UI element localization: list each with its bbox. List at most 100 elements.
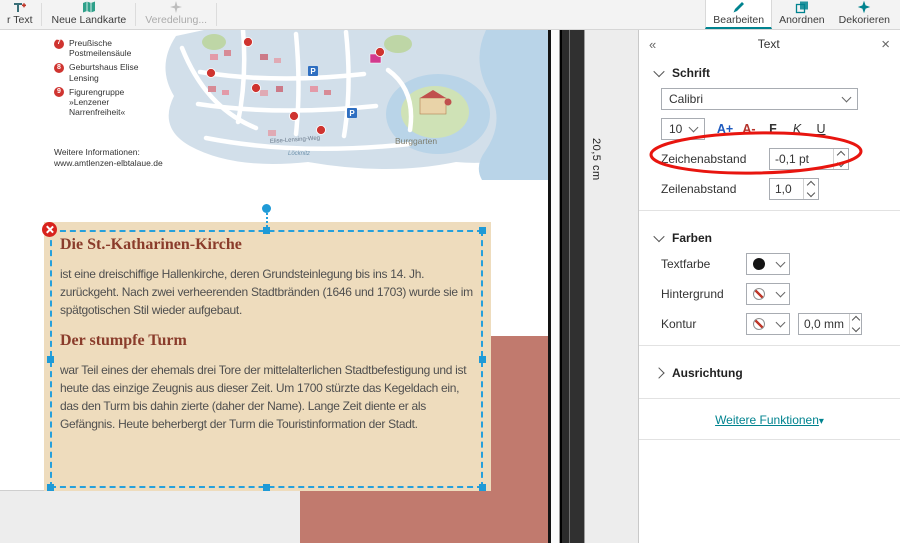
chevron-down-icon [776, 258, 786, 268]
spinner-down-icon[interactable] [851, 324, 859, 332]
toolbar-separator [135, 3, 136, 26]
spinner-arrows[interactable] [833, 149, 848, 169]
bold-button[interactable]: F [761, 119, 785, 140]
zeichenabstand-label: Zeichenabstand [661, 152, 769, 166]
selection-frame[interactable] [50, 230, 483, 488]
rotation-handle-line [266, 213, 268, 227]
add-text-icon [13, 1, 26, 14]
rotation-handle[interactable] [262, 204, 271, 213]
parking-icon: P [310, 67, 316, 76]
map-image[interactable]: P P Burggarten Elise-Lensing-Weg Löcknit… [148, 30, 550, 182]
divider [639, 210, 900, 211]
resize-handle-bottom-right[interactable] [479, 484, 486, 491]
map-label-burggarten: Burggarten [395, 136, 437, 146]
hintergrund-label: Hintergrund [661, 287, 746, 301]
kontur-width-spinner[interactable]: 0,0 mm [798, 313, 862, 335]
legend-text: Geburtshaus Elise Lensing [69, 62, 162, 82]
zeichenabstand-spinner[interactable]: -0,1 pt [769, 148, 849, 170]
toolbar-item-veredelung[interactable]: Veredelung... [138, 0, 214, 29]
resize-handle-middle-left[interactable] [47, 356, 54, 363]
legend-marker: 9 [54, 87, 64, 97]
zeichenabstand-value: -0,1 pt [770, 149, 833, 169]
section-farben-header[interactable]: Farben [639, 221, 900, 253]
page-height-label: 20,5 cm [590, 138, 602, 181]
resize-handle-bottom-left[interactable] [47, 484, 54, 491]
section-schrift-header[interactable]: Schrift [639, 56, 900, 88]
font-family-select[interactable]: Calibri [661, 88, 858, 110]
kontur-color-select[interactable] [746, 313, 790, 335]
legend-info-label: Weitere Informationen: [54, 147, 163, 158]
weitere-funktionen-link[interactable]: Weitere Funktionen [715, 413, 819, 427]
chevron-down-icon [653, 66, 664, 77]
arrange-layers-icon [795, 0, 809, 14]
parking-icon: P [349, 109, 355, 118]
toolbar: r Text Neue Landkarte Veredelung... [0, 0, 900, 30]
legend-marker: 8 [54, 63, 64, 73]
close-icon[interactable]: × [881, 36, 890, 53]
no-color-icon [753, 288, 765, 300]
text-properties-panel: « Text × Schrift Calibri 10 A+ A- F K U [638, 30, 900, 543]
zeilenabstand-value: 1,0 [770, 179, 803, 199]
toolbar-item-label: Dekorieren [839, 14, 890, 26]
font-family-value: Calibri [669, 92, 703, 106]
divider [639, 345, 900, 346]
toolbar-item-label: Veredelung... [145, 14, 207, 26]
italic-button[interactable]: K [785, 119, 809, 140]
black-color-swatch-icon [753, 258, 765, 270]
toolbar-item-dekorieren[interactable]: Dekorieren [832, 0, 897, 29]
font-increase-button[interactable]: A+ [713, 119, 737, 140]
font-size-value: 10 [669, 122, 682, 136]
legend-item: 9 Figurengruppe »Lenzener Narrenfreiheit… [54, 87, 162, 118]
textfarbe-label: Textfarbe [661, 257, 746, 271]
hintergrund-color-select[interactable] [746, 283, 790, 305]
font-decrease-button[interactable]: A- [737, 119, 761, 140]
toolbar-item-anordnen[interactable]: Anordnen [772, 0, 832, 29]
legend-item: 7 Preußische Postmeilensäule [54, 38, 162, 58]
legend-info: Weitere Informationen: www.amtlenzen-elb… [54, 147, 163, 170]
resize-handle-bottom-middle[interactable] [263, 484, 270, 491]
vertical-scrollbar[interactable] [559, 30, 585, 543]
toolbar-item-more-text[interactable]: r Text [0, 0, 39, 29]
resize-handle-top-right[interactable] [479, 227, 486, 234]
legend-item: 8 Geburtshaus Elise Lensing [54, 62, 162, 82]
map-legend[interactable]: 7 Preußische Postmeilensäule 8 Geburtsha… [54, 38, 162, 121]
toolbar-item-bearbeiten[interactable]: Bearbeiten [705, 0, 772, 29]
app-window: r Text Neue Landkarte Veredelung... [0, 0, 900, 543]
toolbar-item-label: Anordnen [779, 14, 825, 26]
section-schrift-label: Schrift [672, 66, 710, 80]
resize-handle-top-middle[interactable] [263, 227, 270, 234]
sparkle-icon [169, 0, 183, 14]
spinner-arrows[interactable] [803, 179, 818, 199]
resize-handle-middle-right[interactable] [479, 356, 486, 363]
legend-text: Preußische Postmeilensäule [69, 38, 162, 58]
page-edge-gap [551, 30, 559, 543]
spinner-down-icon[interactable] [807, 189, 815, 197]
textfarbe-color-select[interactable] [746, 253, 790, 275]
toolbar-item-neue-landkarte[interactable]: Neue Landkarte [44, 0, 133, 29]
panel-title: Text [656, 37, 881, 51]
section-ausrichtung-label: Ausrichtung [672, 366, 743, 380]
decorate-star-icon [857, 0, 871, 14]
section-ausrichtung-header[interactable]: Ausrichtung [639, 356, 900, 388]
map-icon [82, 0, 96, 14]
panel-collapse-icon[interactable]: « [649, 37, 656, 52]
pencil-icon [732, 0, 746, 14]
font-size-select[interactable]: 10 [661, 118, 705, 140]
legend-text: Figurengruppe »Lenzener Narrenfreiheit« [69, 87, 162, 118]
zeilenabstand-label: Zeilenabstand [661, 182, 769, 196]
divider [639, 439, 900, 440]
legend-info-url: www.amtlenzen-elbtalaue.de [54, 158, 163, 169]
divider [639, 398, 900, 399]
dropdown-arrow-icon: ▾ [819, 416, 824, 427]
chevron-down-icon [842, 93, 852, 103]
spinner-down-icon[interactable] [837, 159, 845, 167]
no-color-icon [753, 318, 765, 330]
kontur-width-value: 0,0 mm [799, 314, 849, 334]
toolbar-item-label: Neue Landkarte [51, 14, 126, 26]
underline-button[interactable]: U [809, 119, 833, 140]
delete-object-icon[interactable] [42, 222, 57, 237]
panel-header: « Text × [639, 30, 900, 56]
spinner-arrows[interactable] [849, 314, 861, 334]
zeilenabstand-spinner[interactable]: 1,0 [769, 178, 819, 200]
toolbar-item-label: r Text [7, 14, 32, 26]
